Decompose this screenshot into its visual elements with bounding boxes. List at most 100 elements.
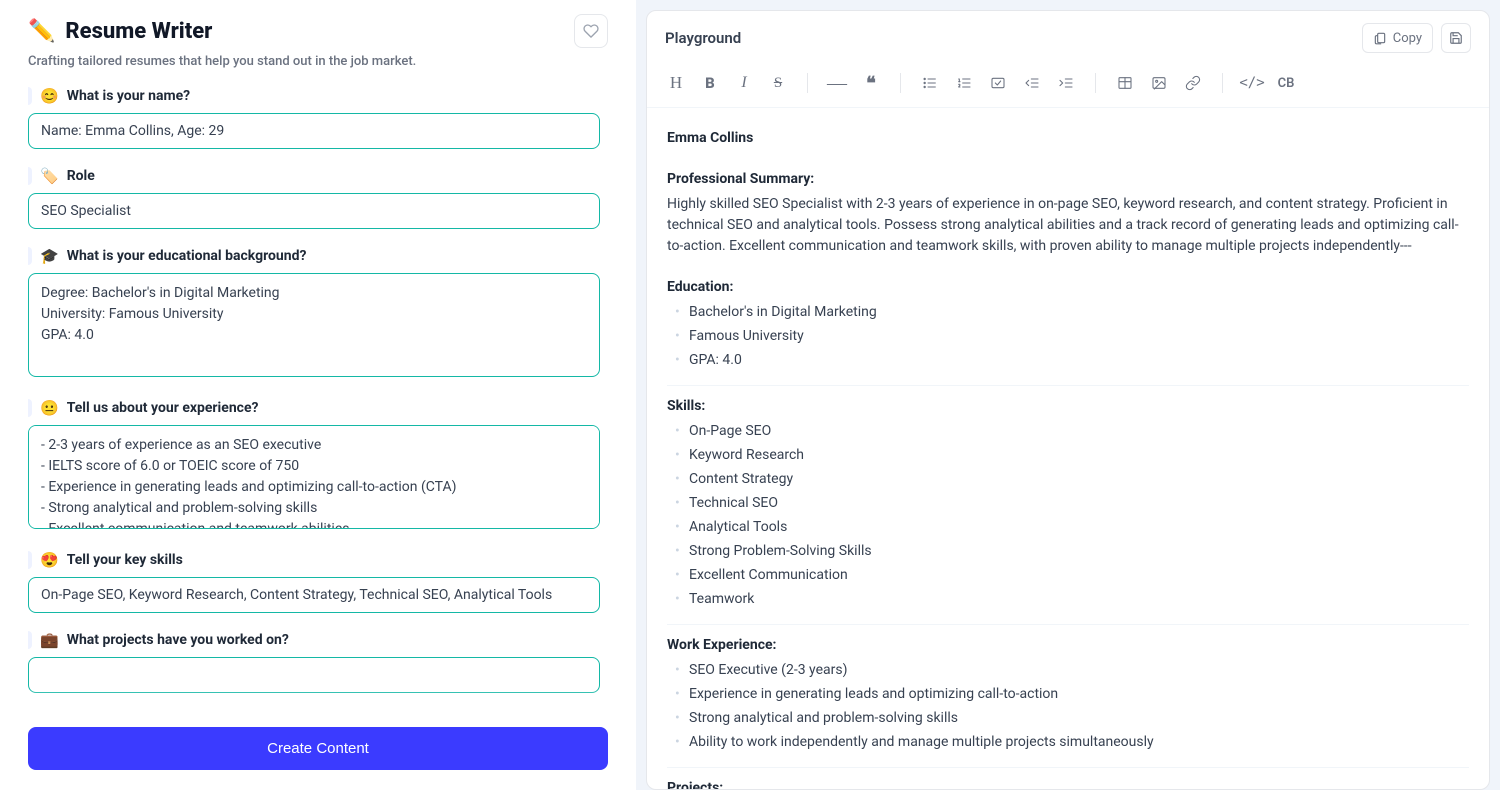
playground-title: Playground xyxy=(665,29,741,47)
list-item: Technical SEO xyxy=(671,493,1469,514)
question-emoji: 🎓 xyxy=(40,247,59,265)
question-label-row: 1 😊 What is your name? xyxy=(28,87,600,105)
code-button[interactable]: </> xyxy=(1237,69,1267,97)
indent-button[interactable] xyxy=(1051,69,1081,97)
question-emoji: 😍 xyxy=(40,551,59,569)
projects-title: Projects: xyxy=(667,778,1469,789)
ordered-list-button[interactable] xyxy=(949,69,979,97)
question-label-row: 2🏷️Role xyxy=(28,167,600,185)
list-item: Teamwork xyxy=(671,589,1469,610)
list-item: Content Strategy xyxy=(671,469,1469,490)
work-list: SEO Executive (2-3 years) Experience in g… xyxy=(667,660,1469,753)
education-list: Bachelor's in Digital MarketingFamous Un… xyxy=(667,302,1469,371)
question-label-row: 4 😐 Tell us about your experience? xyxy=(28,399,600,417)
divider xyxy=(667,385,1469,386)
divider xyxy=(667,767,1469,768)
toolbar-sep xyxy=(1222,73,1223,93)
list-item: Excellent Communication xyxy=(671,565,1469,586)
playground-content[interactable]: Emma Collins Professional Summary: Highl… xyxy=(647,108,1489,789)
app-title: Resume Writer xyxy=(65,19,212,44)
question-label: What projects have you worked on? xyxy=(67,632,289,648)
work-title: Work Experience: xyxy=(667,635,1469,656)
summary-text: Highly skilled SEO Specialist with 2-3 y… xyxy=(667,194,1469,257)
question-2: 2🏷️Role xyxy=(28,167,600,229)
education-title: Education: xyxy=(667,277,1469,298)
editor-toolbar: H B I S — ❝ </> CB xyxy=(647,63,1489,108)
heart-icon xyxy=(583,23,599,39)
bullet-list-button[interactable] xyxy=(915,69,945,97)
skills-list: On-Page SEO Keyword Research Content Strat… xyxy=(667,421,1469,610)
quote-button[interactable]: ❝ xyxy=(856,69,886,97)
list-item: Strong Problem-Solving Skills xyxy=(671,541,1469,562)
list-item: Bachelor's in Digital Marketing xyxy=(671,302,1469,323)
strike-button[interactable]: S xyxy=(763,69,793,97)
header: ✏️ Resume Writer xyxy=(28,14,608,48)
favorite-button[interactable] xyxy=(574,14,608,48)
skills-title: Skills: xyxy=(667,396,1469,417)
heading-button[interactable]: H xyxy=(661,69,691,97)
list-item: On-Page SEO xyxy=(671,421,1469,442)
question-number: 4 xyxy=(28,399,32,417)
question-emoji: 🏷️ xyxy=(40,167,59,185)
questions-scroll[interactable]: 1😊What is your name?2🏷️Role3🎓What is you… xyxy=(28,87,608,713)
question-label-row: 6 💼 What projects have you worked on? xyxy=(28,631,600,649)
resume-name: Emma Collins xyxy=(667,128,1469,149)
image-button[interactable] xyxy=(1144,69,1174,97)
submit-wrap: Create Content xyxy=(28,713,608,790)
checklist-button[interactable] xyxy=(983,69,1013,97)
question-emoji: 😐 xyxy=(40,399,59,417)
question-label: Tell your key skills xyxy=(67,552,183,568)
clipboard-icon xyxy=(1373,31,1387,45)
question-emoji: 💼 xyxy=(40,631,59,649)
bold-button[interactable]: B xyxy=(695,69,725,97)
question-label-row: 3🎓What is your educational background? xyxy=(28,247,600,265)
question-input-4[interactable] xyxy=(28,425,600,529)
save-button[interactable] xyxy=(1441,23,1471,53)
italic-button[interactable]: I xyxy=(729,69,759,97)
create-content-button[interactable]: Create Content xyxy=(28,727,608,770)
question-input-2[interactable] xyxy=(28,193,600,229)
toolbar-sep xyxy=(900,73,901,93)
question-label: Role xyxy=(67,168,95,184)
playground-actions: Copy xyxy=(1362,23,1471,53)
question-6: 6 💼 What projects have you worked on? xyxy=(28,631,600,693)
question-5: 5 😍 Tell your key skills xyxy=(28,551,600,613)
save-icon xyxy=(1449,31,1463,45)
form-panel: ✏️ Resume Writer Crafting tailored resum… xyxy=(0,0,636,790)
question-number: 1 xyxy=(28,87,32,105)
question-1: 1 😊 What is your name? xyxy=(28,87,600,149)
app-subtitle: Crafting tailored resumes that help you … xyxy=(28,54,608,69)
toolbar-sep xyxy=(807,73,808,93)
question-emoji: 😊 xyxy=(40,87,59,105)
question-number: 5 xyxy=(28,551,32,569)
playground-panel: Playground Copy H B I S — ❝ </> CB xyxy=(646,10,1490,790)
list-item: SEO Executive (2-3 years) xyxy=(671,660,1469,681)
summary-title: Professional Summary: xyxy=(667,169,1469,190)
list-item: GPA: 4.0 xyxy=(671,350,1469,371)
list-item: Keyword Research xyxy=(671,445,1469,466)
question-input-3[interactable] xyxy=(28,273,600,377)
title-row: ✏️ Resume Writer xyxy=(28,19,212,44)
list-item: Strong analytical and problem-solving sk… xyxy=(671,708,1469,729)
table-button[interactable] xyxy=(1110,69,1140,97)
question-label-row: 5 😍 Tell your key skills xyxy=(28,551,600,569)
link-button[interactable] xyxy=(1178,69,1208,97)
toolbar-sep xyxy=(1095,73,1096,93)
pen-icon: ✏️ xyxy=(28,19,55,44)
question-input-6[interactable] xyxy=(28,657,600,693)
outdent-button[interactable] xyxy=(1017,69,1047,97)
list-item: Analytical Tools xyxy=(671,517,1469,538)
question-label: What is your name? xyxy=(67,88,190,104)
list-item: Experience in generating leads and optim… xyxy=(671,684,1469,705)
question-input-1[interactable] xyxy=(28,113,600,149)
question-label: Tell us about your experience? xyxy=(67,400,259,416)
list-item: Ability to work independently and manage… xyxy=(671,732,1469,753)
question-number: 3 xyxy=(28,247,32,265)
hr-button[interactable]: — xyxy=(822,69,852,97)
question-input-5[interactable] xyxy=(28,577,600,613)
codeblock-button[interactable]: CB xyxy=(1271,69,1301,97)
question-3: 3🎓What is your educational background? xyxy=(28,247,600,381)
question-number: 6 xyxy=(28,631,32,649)
question-4: 4 😐 Tell us about your experience? xyxy=(28,399,600,533)
copy-button[interactable]: Copy xyxy=(1362,23,1433,53)
